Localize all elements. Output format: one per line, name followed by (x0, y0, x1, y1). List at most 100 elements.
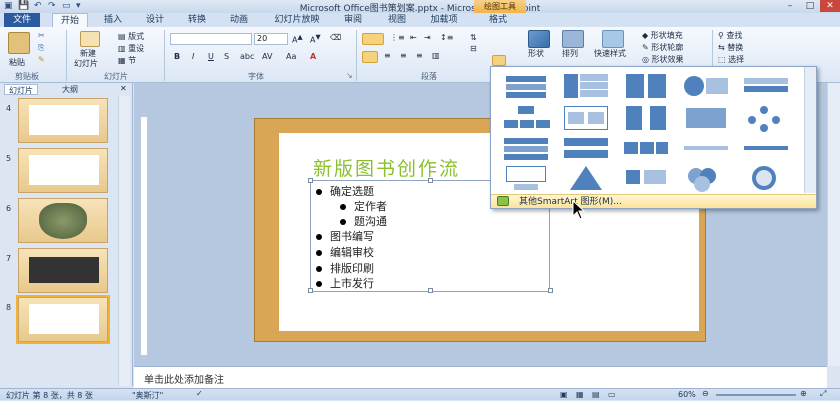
quick-styles-button[interactable]: 快速样式 (594, 48, 626, 59)
numbering-icon[interactable]: ⋮≡ (390, 33, 405, 42)
view-reading-icon[interactable]: ▤ (592, 390, 600, 399)
copy-icon[interactable]: ⎘ (38, 43, 44, 53)
smartart-item-vertical-list[interactable] (560, 72, 612, 100)
select-button[interactable]: ⬚ 选择 (718, 54, 744, 65)
decrease-indent-icon[interactable]: ⇤ (410, 33, 417, 42)
section-button[interactable]: ▦ 节 (118, 55, 136, 66)
paste-button[interactable]: 粘贴 (9, 57, 25, 68)
resize-handle[interactable] (308, 288, 313, 293)
align-left-icon[interactable] (362, 51, 378, 63)
font-color-button[interactable]: A (310, 52, 316, 61)
panel-scrollbar[interactable] (118, 96, 130, 386)
slide-thumbnail[interactable] (18, 248, 108, 293)
bullet-item[interactable]: 排版印刷 (316, 260, 374, 276)
smartart-item-stacked-list[interactable] (620, 104, 672, 132)
align-center-icon[interactable]: ≡ (384, 51, 391, 60)
tab-insert[interactable]: 插入 (98, 13, 128, 27)
change-case-button[interactable]: Aa (286, 52, 296, 61)
resize-handle[interactable] (428, 178, 433, 183)
strikethrough-button[interactable]: S (224, 52, 229, 61)
align-text-icon[interactable]: ⊟ (470, 44, 477, 53)
align-right-icon[interactable]: ≡ (400, 51, 407, 60)
resize-handle[interactable] (308, 178, 313, 183)
smartart-item-circle-process[interactable] (740, 134, 792, 162)
smartart-item-cycle[interactable] (740, 104, 792, 132)
bullet-subitem[interactable]: 题沟通 (340, 213, 387, 229)
tab-addins[interactable]: 加载项 (424, 13, 464, 27)
tab-transitions[interactable]: 转换 (182, 13, 212, 27)
smartart-item-chevron-list[interactable] (500, 134, 552, 162)
resize-handle[interactable] (428, 288, 433, 293)
char-spacing-button[interactable]: AV (262, 52, 272, 61)
replace-button[interactable]: ⇆ 替换 (718, 42, 743, 53)
arrange-button[interactable]: 排列 (562, 48, 578, 59)
slide-title[interactable]: 新版图书创作流 (313, 154, 460, 181)
cut-icon[interactable]: ✂ (38, 31, 45, 40)
smartart-item-table-list[interactable] (740, 72, 792, 100)
tab-outline[interactable]: 大纲 (58, 84, 82, 95)
font-size-combo[interactable]: 20 (254, 33, 288, 45)
zoom-in-icon[interactable]: ⊕ (800, 389, 807, 398)
view-normal-icon[interactable]: ▣ (560, 390, 568, 399)
grow-font-icon[interactable]: A▲ (292, 33, 303, 45)
shape-effects-button[interactable]: ◎ 形状效果 (642, 54, 684, 65)
underline-button[interactable]: U (208, 52, 214, 61)
smartart-item-hierarchy[interactable] (500, 104, 552, 132)
shape-fill-button[interactable]: ◆ 形状填充 (642, 30, 683, 41)
close-button[interactable]: ✕ (820, 0, 840, 12)
tab-format[interactable]: 格式 (478, 13, 518, 27)
slide-thumbnail-selected[interactable] (16, 295, 110, 344)
smartart-item-target[interactable] (740, 164, 792, 192)
convert-to-smartart-icon[interactable] (492, 55, 506, 66)
quick-styles-icon[interactable] (602, 30, 624, 48)
tab-review[interactable]: 审阅 (338, 13, 368, 27)
format-painter-icon[interactable]: ✎ (38, 55, 45, 64)
smartart-item-horizontal-bullets[interactable] (620, 72, 672, 100)
paste-icon[interactable] (8, 32, 30, 54)
more-smartart-button[interactable]: 其他SmartArt 图形(M)... (491, 194, 816, 208)
font-name-combo[interactable] (170, 33, 252, 45)
slide-thumbnail[interactable] (18, 198, 108, 243)
slide-thumbnail[interactable] (18, 98, 108, 143)
tab-slideshow[interactable]: 幻灯片放映 (264, 13, 330, 27)
justify-icon[interactable]: ≡ (416, 51, 423, 60)
shadow-button[interactable]: abc (240, 52, 254, 61)
smartart-item-segmented-pyramid[interactable] (680, 104, 732, 132)
close-panel-icon[interactable]: ✕ (120, 84, 127, 93)
font-dialog-launcher-icon[interactable]: ↘ (346, 71, 353, 80)
bold-button[interactable]: B (174, 52, 180, 61)
smartart-item-continuous-arrow[interactable] (680, 134, 732, 162)
smartart-item-pie-list[interactable] (680, 72, 732, 100)
bullet-subitem[interactable]: 定作者 (340, 198, 387, 214)
smartart-item-venn[interactable] (680, 164, 732, 192)
bullet-item[interactable]: 确定选题 (316, 183, 374, 199)
gallery-scrollbar[interactable] (804, 67, 816, 193)
smartart-item-grouped-list[interactable] (560, 104, 612, 132)
tab-animations[interactable]: 动画 (224, 13, 254, 27)
layout-button[interactable]: ▤ 版式 (118, 31, 144, 42)
smartart-item-radial-list[interactable] (620, 164, 672, 192)
tab-home[interactable]: 开始 (52, 13, 88, 27)
zoom-out-icon[interactable]: ⊖ (702, 389, 709, 398)
tab-file[interactable]: 文件 (4, 13, 40, 27)
tab-design[interactable]: 设计 (140, 13, 170, 27)
arrange-icon[interactable] (562, 30, 584, 48)
increase-indent-icon[interactable]: ⇥ (424, 33, 431, 42)
view-sorter-icon[interactable]: ▦ (576, 390, 584, 399)
smartart-item-basic-block-list[interactable] (500, 72, 552, 100)
smartart-item-process[interactable] (620, 134, 672, 162)
zoom-slider[interactable] (716, 394, 796, 396)
spellcheck-icon[interactable]: ✓ (196, 389, 203, 398)
tab-slides[interactable]: 幻灯片 (4, 84, 38, 95)
columns-icon[interactable]: ▥ (432, 51, 440, 60)
resize-handle[interactable] (548, 288, 553, 293)
shrink-font-icon[interactable]: A▼ (310, 33, 321, 45)
smartart-item-pyramid[interactable] (560, 164, 612, 192)
slide-thumbnail[interactable] (18, 148, 108, 193)
clear-format-icon[interactable]: ⌫ (330, 33, 341, 42)
reset-button[interactable]: ▥ 重设 (118, 43, 144, 54)
notes-pane[interactable]: 单击此处添加备注 (134, 366, 827, 388)
fit-window-icon[interactable]: ⤢ (820, 389, 826, 399)
smartart-item-picture-list[interactable] (500, 164, 552, 192)
text-direction-icon[interactable]: ⇅ (470, 33, 477, 42)
